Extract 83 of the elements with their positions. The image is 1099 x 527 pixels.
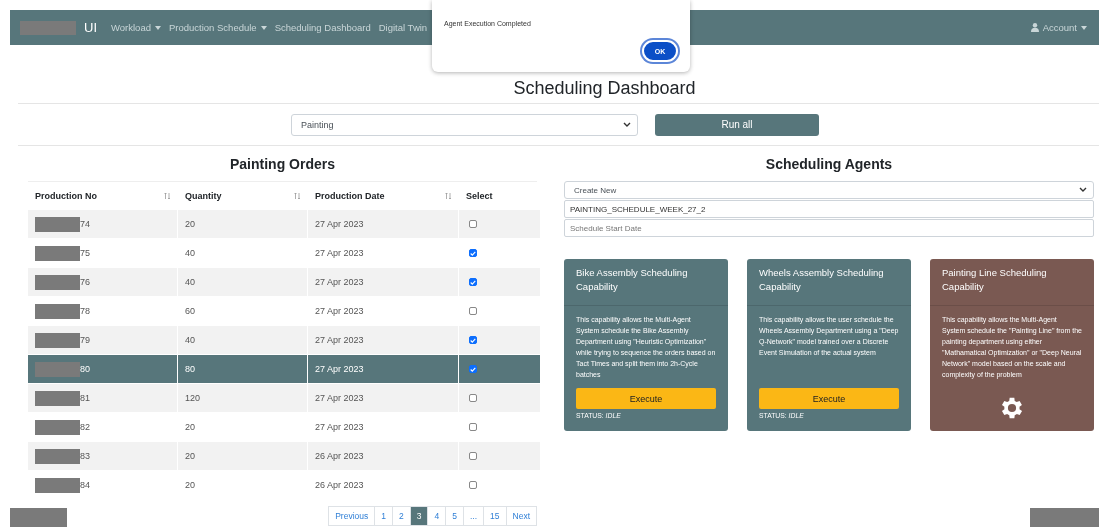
column-header[interactable]: Production Date [308, 182, 458, 209]
table-cell: 76 [80, 277, 90, 287]
table-cell: 74 [80, 219, 90, 229]
chevron-icon [1079, 187, 1087, 193]
table-cell: 75 [80, 248, 90, 258]
table-cell: 81 [80, 393, 90, 403]
card-title: Painting Line Scheduling Capability [930, 259, 1094, 306]
page-link[interactable]: 15 [483, 506, 507, 526]
execute-button[interactable]: Execute [759, 388, 899, 409]
checkbox[interactable] [469, 481, 477, 489]
nav-link[interactable]: Digital Twin [378, 22, 428, 33]
checkbox[interactable] [469, 278, 477, 286]
column-header[interactable]: Quantity [178, 182, 307, 209]
caret-icon [1081, 25, 1087, 30]
caret-icon [154, 25, 161, 30]
redaction-block [35, 477, 80, 493]
schedule-select[interactable]: Create New [564, 181, 1094, 199]
redaction-block [35, 332, 80, 348]
table-cell: 40 [178, 268, 307, 296]
execute-button[interactable]: Execute [576, 388, 716, 409]
page-link[interactable]: Previous [328, 506, 376, 526]
table-cell: 80 [80, 364, 90, 374]
table-cell: 79 [80, 335, 90, 345]
redaction-block [35, 390, 80, 406]
column-header[interactable]: Production No [28, 182, 177, 209]
table-cell: 27 Apr 2023 [308, 326, 458, 354]
checkbox[interactable] [469, 220, 477, 228]
page-title: Scheduling Dashboard [513, 78, 696, 99]
redaction-block [20, 20, 76, 35]
table-cell: 27 Apr 2023 [308, 268, 458, 296]
checkbox[interactable] [469, 336, 477, 344]
table-cell: 120 [178, 384, 307, 412]
start-date-field[interactable]: Schedule Start Date [564, 219, 1094, 237]
user-icon [1030, 23, 1039, 32]
section-title: Painting Orders [229, 154, 336, 174]
schedule-name-field[interactable]: PAINTING_SCHEDULE_WEEK_27_2 [564, 200, 1094, 218]
page-link[interactable]: Next [505, 506, 537, 526]
run-all-button[interactable]: Run all [655, 113, 819, 136]
checkbox[interactable] [469, 365, 477, 373]
redaction-block [35, 419, 80, 435]
redaction-block [35, 216, 80, 232]
column-header[interactable]: Select [459, 182, 540, 209]
redaction-block [35, 361, 80, 377]
sort-icon [445, 191, 452, 200]
nav-link[interactable]: Scheduling Dashboard [274, 22, 371, 33]
table-cell: 78 [80, 306, 90, 316]
nav-link[interactable]: Production Schedule [168, 22, 267, 33]
checkbox[interactable] [469, 307, 477, 315]
table-cell: 27 Apr 2023 [308, 384, 458, 412]
checkbox[interactable] [469, 423, 477, 431]
page-link[interactable]: 5 [445, 506, 464, 526]
checkbox[interactable] [469, 452, 477, 460]
table-cell: 26 Apr 2023 [308, 442, 458, 470]
nav-link[interactable]: Workload [111, 22, 161, 33]
redaction-block [35, 303, 80, 319]
table-cell: 80 [178, 355, 307, 383]
chevron-icon [623, 121, 631, 128]
page-link[interactable]: ... [462, 506, 485, 526]
sort-icon [294, 191, 301, 200]
card-title: Wheels Assembly Scheduling Capability [747, 259, 911, 306]
table-cell: 84 [80, 480, 90, 490]
table-cell: 27 Apr 2023 [308, 210, 458, 238]
section-title: Scheduling Agents [764, 154, 894, 174]
redaction-block [35, 245, 80, 261]
table-cell: 20 [178, 442, 307, 470]
table-cell: 27 Apr 2023 [308, 355, 458, 383]
table-cell: 20 [178, 210, 307, 238]
checkbox[interactable] [469, 249, 477, 257]
table-cell: 40 [178, 326, 307, 354]
card-title: Bike Assembly Scheduling Capability [564, 259, 728, 306]
brand-name[interactable]: UI [84, 20, 97, 35]
caret-icon [260, 25, 267, 30]
redaction-block [10, 508, 67, 527]
sort-icon [164, 191, 171, 200]
redaction-block [1030, 508, 1099, 527]
checkbox[interactable] [469, 394, 477, 402]
redaction-block [35, 274, 80, 290]
table-cell: 82 [80, 422, 90, 432]
table-cell: 83 [80, 451, 90, 461]
redaction-block [35, 448, 80, 464]
department-select[interactable]: Painting [291, 113, 638, 136]
account-menu[interactable]: Account [1030, 22, 1087, 33]
page-link[interactable]: 2 [392, 506, 411, 526]
